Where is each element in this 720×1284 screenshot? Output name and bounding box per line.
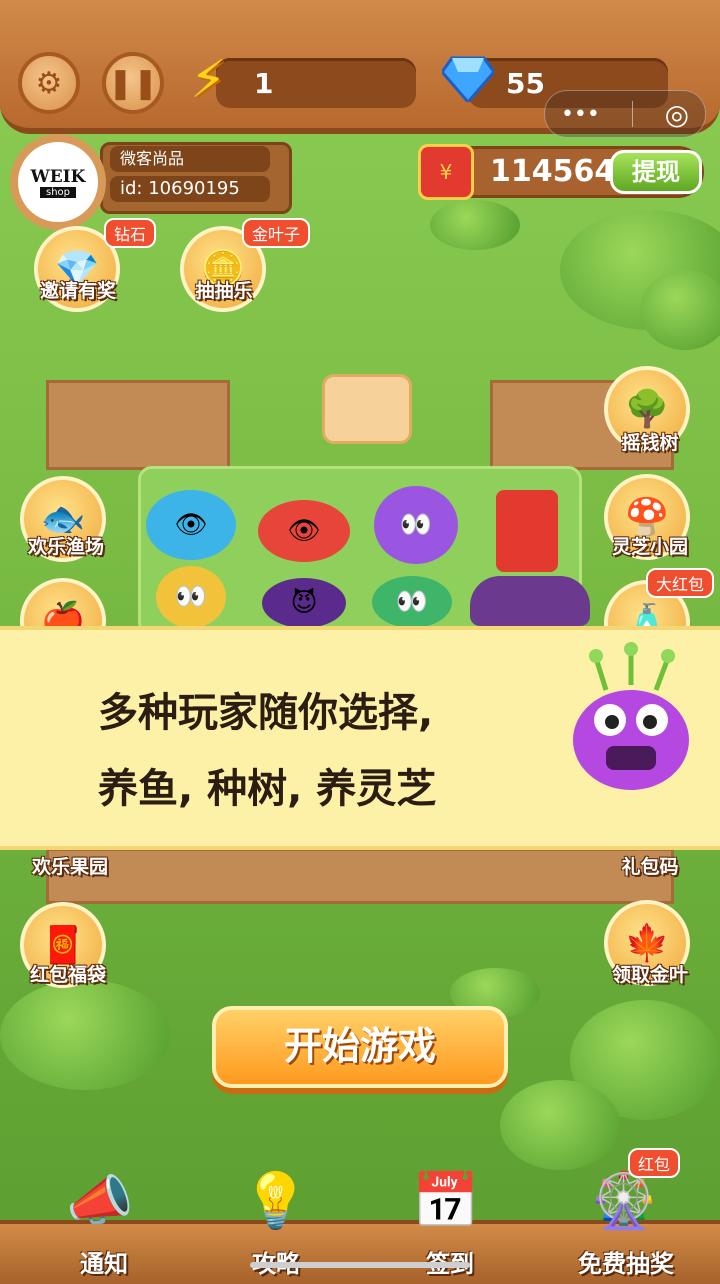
red-box-monster[interactable] xyxy=(496,490,558,572)
lightning-icon: ⚡ xyxy=(190,50,227,110)
wallet-amount: 114564 xyxy=(490,154,616,189)
invite-label: 邀请有奖 xyxy=(39,280,116,302)
pause-icon: ❚❚ xyxy=(107,65,159,101)
close-target-icon[interactable]: ◎ xyxy=(665,98,689,131)
diamond-icon xyxy=(440,56,496,105)
pause-button[interactable]: ❚❚ xyxy=(102,52,164,114)
gift-code-tag: 大红包 xyxy=(646,568,715,598)
banner-line-1: 多种玩家随你选择, xyxy=(98,690,434,736)
bat-monster[interactable] xyxy=(470,576,590,626)
blue-monster[interactable]: 👁 xyxy=(146,490,236,560)
sign-board xyxy=(322,374,412,444)
invite-tag: 钻石 xyxy=(104,218,157,248)
lucky-draw-tag: 金叶子 xyxy=(242,218,311,248)
dark-purple-monster[interactable]: 😈 xyxy=(262,578,346,628)
red-monster[interactable]: 👁 xyxy=(258,500,350,562)
green-monster[interactable]: 👀 xyxy=(372,576,452,628)
more-menu-icon[interactable]: ••• xyxy=(561,102,600,127)
red-packet-icon: ¥ xyxy=(418,144,474,200)
calendar-icon[interactable]: 📅 xyxy=(398,1156,494,1246)
money-tree-label: 摇钱树 xyxy=(621,432,679,454)
megaphone-icon[interactable]: 📣 xyxy=(52,1156,148,1246)
lingzhi-garden-label: 灵芝小园 xyxy=(611,536,688,558)
gift-code-label: 礼包码 xyxy=(621,856,679,878)
energy-counter: 1 xyxy=(216,58,416,108)
orchard-label: 欢乐果园 xyxy=(31,856,108,878)
gem-value: 55 xyxy=(506,66,545,100)
start-game-button[interactable]: 开始游戏 xyxy=(212,1006,508,1088)
red-packet-bag-label: 红包福袋 xyxy=(29,964,106,986)
gear-icon: ⚙ xyxy=(35,65,63,101)
lightbulb-icon[interactable]: 💡 xyxy=(228,1156,324,1246)
purple-monster-mascot-icon xyxy=(566,640,696,790)
avatar[interactable]: WEIK shop xyxy=(10,134,106,230)
bush-decoration xyxy=(0,980,170,1090)
avatar-subtext: shop xyxy=(39,186,76,198)
mini-program-capsule[interactable]: ••• ◎ xyxy=(544,90,706,138)
bush-decoration xyxy=(430,200,520,250)
fishery-label: 欢乐渔场 xyxy=(27,536,104,558)
bush-decoration xyxy=(640,270,720,350)
gold-leaf-label: 领取金叶 xyxy=(611,964,688,986)
profile-name: 微客尚品 xyxy=(110,146,270,172)
settings-button[interactable]: ⚙ xyxy=(18,52,80,114)
capsule-divider xyxy=(631,101,633,127)
energy-value: 1 xyxy=(254,66,274,100)
profile-id: id: 10690195 xyxy=(110,176,270,202)
withdraw-button[interactable]: 提现 xyxy=(610,150,702,194)
purple-monster[interactable]: 👀 xyxy=(374,486,458,564)
yellow-monster[interactable]: 👀 xyxy=(156,566,226,628)
home-indicator[interactable] xyxy=(250,1262,470,1268)
nav-free-draw-label[interactable]: 免费抽奖 xyxy=(556,1244,696,1279)
lucky-draw-label: 抽抽乐 xyxy=(195,280,253,302)
dirt-plot xyxy=(46,380,230,470)
dirt-plot xyxy=(46,848,674,904)
free-draw-tag: 红包 xyxy=(628,1148,681,1178)
avatar-text: WEIK xyxy=(30,166,86,187)
banner-line-2: 养鱼, 种树, 养灵芝 xyxy=(98,766,437,812)
nav-notice-label[interactable]: 通知 xyxy=(34,1244,174,1279)
